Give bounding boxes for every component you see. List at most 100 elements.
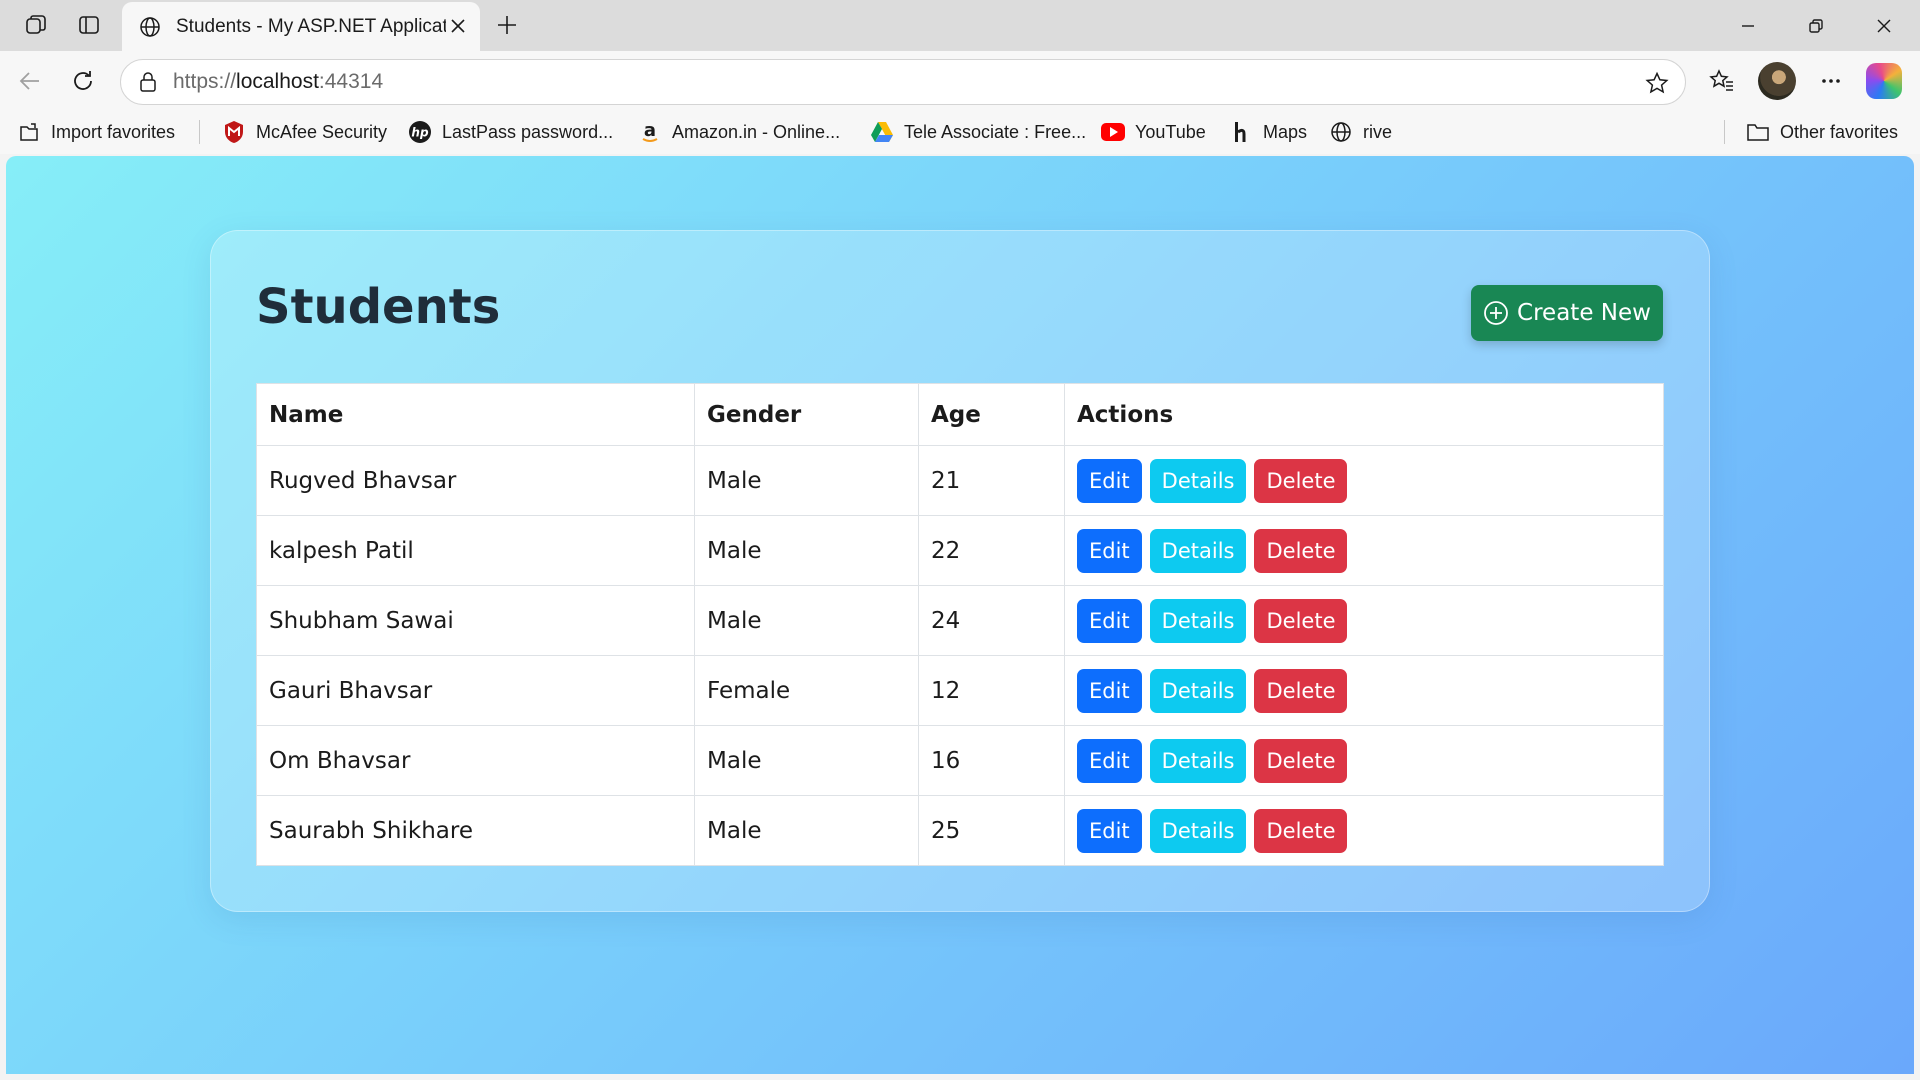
plus-circle-icon [1483,300,1509,326]
delete-button[interactable]: Delete [1254,668,1348,713]
refresh-icon[interactable] [66,64,100,98]
student-name: Saurabh Shikhare [256,795,695,866]
edit-button[interactable]: Edit [1077,598,1142,643]
minimize-icon[interactable] [1714,0,1782,51]
edit-button[interactable]: Edit [1077,808,1142,853]
student-gender: Male [694,725,919,796]
edit-button[interactable]: Edit [1077,528,1142,573]
table-row: Om Bhavsar Male 16 Edit Details Delete [256,725,1664,796]
import-icon [17,120,41,144]
lock-icon[interactable] [135,69,161,95]
tab-actions-icon[interactable] [74,10,104,40]
favorites-icon[interactable] [1705,64,1739,98]
page-viewport: Students Create New Name Gender Age Acti… [6,156,1914,1074]
student-age: 25 [918,795,1065,866]
globe-icon [138,15,162,39]
favorite-import[interactable]: Import favorites [17,118,175,146]
svg-text:a: a [644,120,656,141]
details-button[interactable]: Details [1149,738,1247,783]
restore-icon[interactable] [1782,0,1850,51]
browser-tab[interactable]: Students - My ASP.NET Applicatio [122,2,480,51]
student-age: 16 [918,725,1065,796]
student-gender: Male [694,515,919,586]
student-name: Om Bhavsar [256,725,695,796]
delete-button[interactable]: Delete [1254,528,1348,573]
create-new-label: Create New [1517,300,1651,326]
details-button[interactable]: Details [1149,668,1247,713]
student-gender: Male [694,585,919,656]
table-header-row: Name Gender Age Actions [256,383,1664,446]
youtube-icon [1101,120,1125,144]
title-bar: Students - My ASP.NET Applicatio [0,0,1920,51]
svg-text:hp: hp [411,126,429,140]
row-actions: Edit Details Delete [1064,725,1664,796]
favorite-maps[interactable]: Maps [1229,118,1307,146]
favorites-divider [1724,120,1725,144]
table-row: Gauri Bhavsar Female 12 Edit Details Delet… [256,655,1664,726]
url-text: https://localhost:44314 [173,70,384,93]
details-button[interactable]: Details [1149,598,1247,643]
student-age: 21 [918,445,1065,516]
other-favorites[interactable]: Other favorites [1746,118,1898,146]
details-button[interactable]: Details [1149,808,1247,853]
row-actions: Edit Details Delete [1064,585,1664,656]
favorite-youtube[interactable]: YouTube [1101,118,1206,146]
student-age: 12 [918,655,1065,726]
row-actions: Edit Details Delete [1064,515,1664,586]
favorites-bar: Import favorites McAfee Security hp Last… [0,110,1920,154]
row-actions: Edit Details Delete [1064,445,1664,516]
student-age: 24 [918,585,1065,656]
favorite-tele-associate[interactable]: Tele Associate : Free... [870,118,1086,146]
profile-avatar[interactable] [1758,62,1796,100]
delete-button[interactable]: Delete [1254,458,1348,503]
details-button[interactable]: Details [1149,458,1247,503]
mcafee-icon [222,120,246,144]
student-gender: Male [694,445,919,516]
details-button[interactable]: Details [1149,528,1247,573]
page-title: Students [256,279,501,335]
google-drive-icon [870,120,894,144]
students-table: Name Gender Age Actions Rugved Bhavsar M… [256,383,1664,866]
workspaces-icon[interactable] [21,10,51,40]
edit-button[interactable]: Edit [1077,668,1142,713]
column-header-age: Age [918,383,1065,446]
column-header-actions: Actions [1064,383,1664,446]
maps-icon [1229,120,1253,144]
favorite-amazon[interactable]: a Amazon.in - Online... [638,118,840,146]
favorite-mcafee[interactable]: McAfee Security [222,118,387,146]
back-arrow-icon[interactable] [13,64,47,98]
more-icon[interactable] [1814,64,1848,98]
table-row: Saurabh Shikhare Male 25 Edit Details Dele… [256,795,1664,866]
student-gender: Female [694,655,919,726]
navigation-bar: https://localhost:44314 [0,51,1920,110]
create-new-button[interactable]: Create New [1471,285,1663,341]
edit-button[interactable]: Edit [1077,738,1142,783]
student-name: Gauri Bhavsar [256,655,695,726]
delete-button[interactable]: Delete [1254,738,1348,783]
copilot-icon[interactable] [1866,63,1902,99]
row-actions: Edit Details Delete [1064,655,1664,726]
star-icon[interactable] [1643,69,1671,97]
students-card: Students Create New Name Gender Age Acti… [210,230,1710,912]
student-name: Shubham Sawai [256,585,695,656]
tab-title: Students - My ASP.NET Applicatio [176,15,446,37]
student-name: kalpesh Patil [256,515,695,586]
delete-button[interactable]: Delete [1254,598,1348,643]
table-row: Rugved Bhavsar Male 21 Edit Details Delete [256,445,1664,516]
student-gender: Male [694,795,919,866]
favorite-lastpass[interactable]: hp LastPass password... [408,118,613,146]
delete-button[interactable]: Delete [1254,808,1348,853]
address-bar[interactable]: https://localhost:44314 [120,59,1686,105]
folder-icon [1746,120,1770,144]
globe-icon [1329,120,1353,144]
close-window-icon[interactable] [1850,0,1918,51]
student-name: Rugved Bhavsar [256,445,695,516]
row-actions: Edit Details Delete [1064,795,1664,866]
amazon-icon: a [638,120,662,144]
table-row: Shubham Sawai Male 24 Edit Details Delete [256,585,1664,656]
close-tab-icon[interactable] [446,14,470,38]
column-header-gender: Gender [694,383,919,446]
favorite-rive[interactable]: rive [1329,118,1392,146]
new-tab-icon[interactable] [492,10,522,40]
edit-button[interactable]: Edit [1077,458,1142,503]
